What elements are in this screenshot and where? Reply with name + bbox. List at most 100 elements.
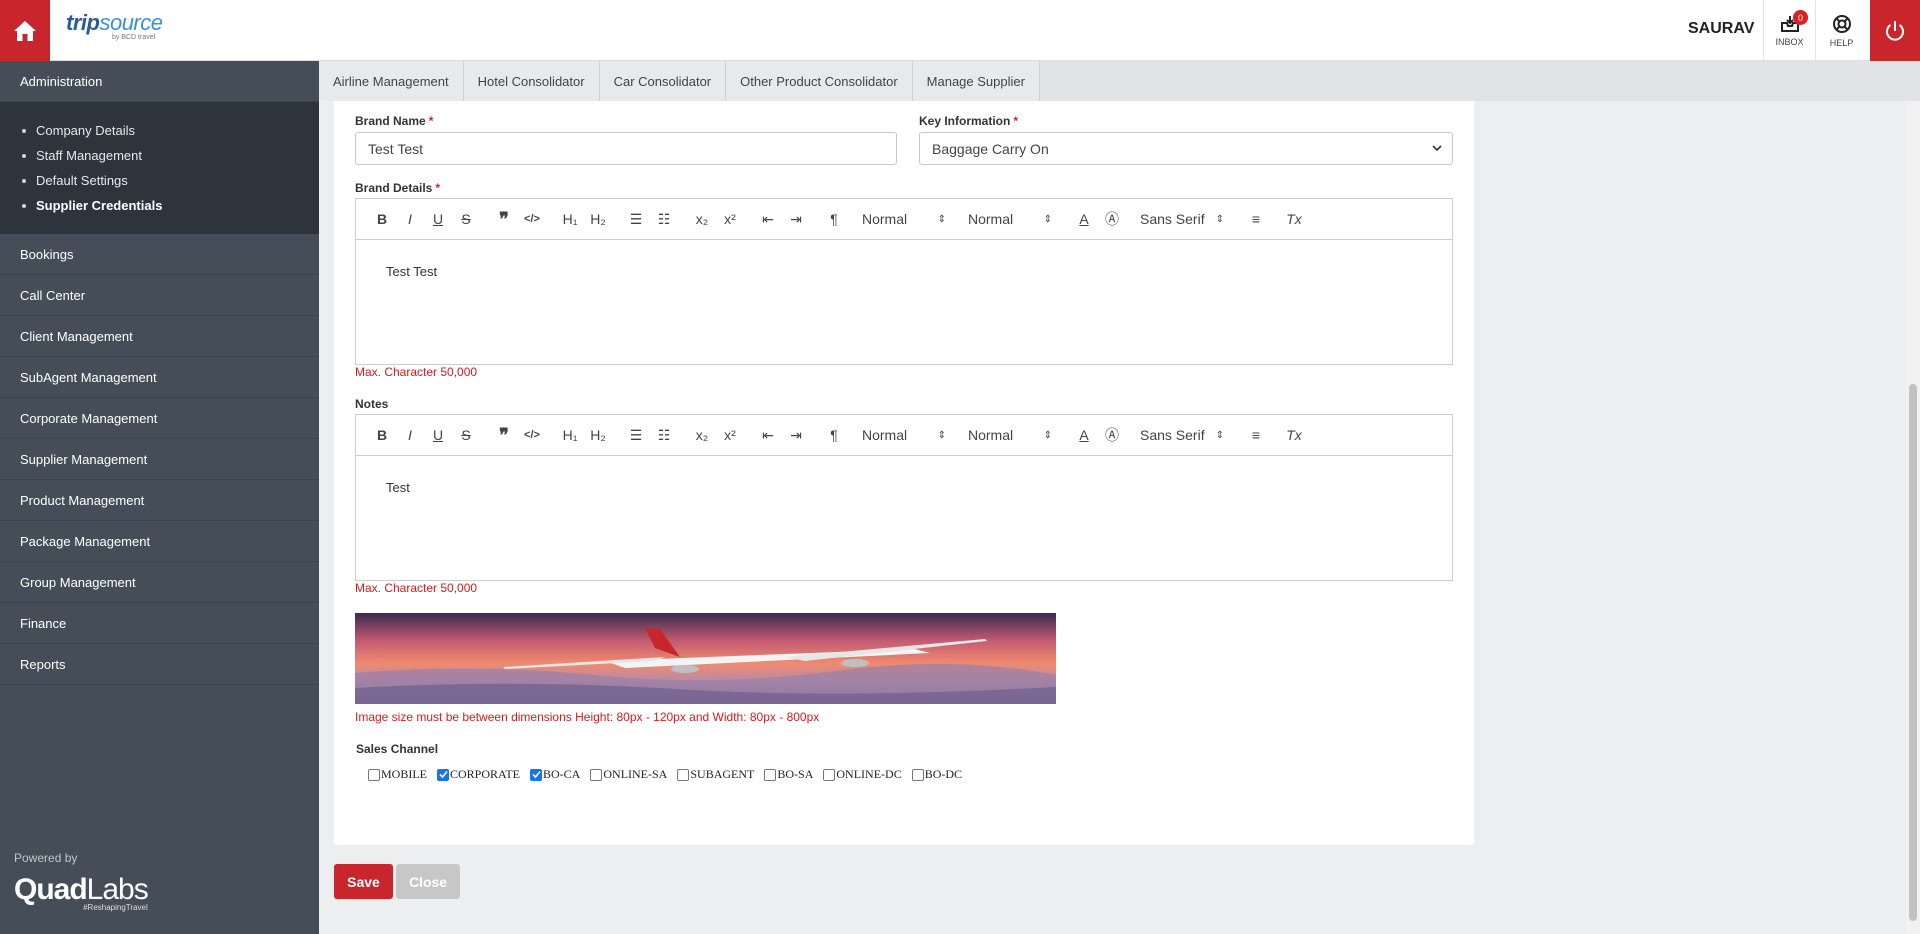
text-color-icon[interactable]: A — [1070, 423, 1098, 447]
ordered-list-icon[interactable]: ☰ — [622, 423, 650, 447]
heading2-icon[interactable]: H₂ — [584, 423, 612, 447]
underline-icon[interactable]: U — [424, 423, 452, 447]
page-scrollbar[interactable] — [1906, 101, 1920, 934]
indent-icon[interactable]: ⇥ — [782, 423, 810, 447]
quadlabs-logo: QuadLabs — [14, 873, 149, 906]
heading1-icon[interactable]: H₁ — [556, 423, 584, 447]
channel-bo-dc-checkbox[interactable]: BO-DC — [911, 767, 962, 782]
font-select[interactable]: Sans Serif ⇕ — [1132, 207, 1232, 231]
brand-image-preview[interactable] — [355, 613, 1056, 704]
channel-online-sa-checkbox[interactable]: ONLINE-SA — [590, 767, 667, 782]
heading2-icon[interactable]: H₂ — [584, 207, 612, 231]
checkbox-unchecked[interactable] — [764, 768, 777, 781]
underline-icon[interactable]: U — [424, 207, 452, 231]
clear-format-icon[interactable]: Tx — [1280, 423, 1308, 447]
clear-format-icon[interactable]: Tx — [1280, 207, 1308, 231]
key-information-select[interactable]: Baggage Carry On — [919, 132, 1453, 165]
size-select[interactable]: Normal ⇕ — [960, 423, 1060, 447]
brand-details-text[interactable]: Test Test — [356, 240, 1452, 364]
strikethrough-icon[interactable]: S — [452, 207, 480, 231]
scrollbar-thumb[interactable] — [1909, 384, 1917, 921]
sidebar-subitem-default-settings[interactable]: Default Settings — [22, 168, 319, 193]
text-color-icon[interactable]: A — [1070, 207, 1098, 231]
channel-subagent-checkbox[interactable]: SUBAGENT — [677, 767, 754, 782]
heading1-icon[interactable]: H₁ — [556, 207, 584, 231]
user-name[interactable]: SAURAV — [1688, 20, 1754, 38]
indent-icon[interactable]: ⇥ — [782, 207, 810, 231]
sidebar-item-finance[interactable]: Finance — [0, 603, 319, 644]
bullet-list-icon[interactable]: ☷ — [650, 423, 678, 447]
tab-manage-supplier[interactable]: Manage Supplier — [912, 61, 1040, 101]
italic-icon[interactable]: I — [396, 423, 424, 447]
header-select[interactable]: Normal ⇕ — [854, 207, 954, 231]
notes-text[interactable]: Test — [356, 456, 1452, 580]
sidebar-item-client-management[interactable]: Client Management — [0, 316, 319, 357]
close-button[interactable]: Close — [396, 864, 460, 899]
superscript-icon[interactable]: x² — [716, 207, 744, 231]
code-icon[interactable]: </> — [518, 207, 546, 231]
channel-bo-ca-checkbox[interactable]: BO-CA — [530, 767, 580, 782]
bold-icon[interactable]: B — [368, 207, 396, 231]
sidebar-subitem-supplier-credentials[interactable]: Supplier Credentials — [22, 193, 319, 218]
sidebar-subitem-staff-management[interactable]: Staff Management — [22, 143, 319, 168]
align-icon[interactable]: ≡ — [1242, 423, 1270, 447]
checkbox-unchecked[interactable] — [368, 768, 380, 781]
tab-hotel-consolidator[interactable]: Hotel Consolidator — [463, 61, 600, 101]
ordered-list-icon[interactable]: ☰ — [622, 207, 650, 231]
text-direction-icon[interactable]: ¶ — [820, 423, 848, 447]
sidebar-subitem-company-details[interactable]: Company Details — [22, 118, 319, 143]
size-select[interactable]: Normal ⇕ — [960, 207, 1060, 231]
sidebar-item-corporate-management[interactable]: Corporate Management — [0, 398, 319, 439]
power-icon — [1886, 20, 1904, 41]
inbox-button[interactable]: 0 INBOX — [1763, 0, 1815, 61]
bold-icon[interactable]: B — [368, 423, 396, 447]
brand-name-input[interactable]: Test Test — [355, 132, 897, 165]
home-button[interactable] — [0, 0, 50, 61]
sidebar-item-call-center[interactable]: Call Center — [0, 275, 319, 316]
checkbox-unchecked[interactable] — [823, 768, 836, 781]
bullet-list-icon[interactable]: ☷ — [650, 207, 678, 231]
font-select[interactable]: Sans Serif ⇕ — [1132, 423, 1232, 447]
airplane-sky-image — [355, 613, 1056, 704]
checkbox-unchecked[interactable] — [911, 768, 924, 781]
checkbox-unchecked[interactable] — [590, 768, 603, 781]
tab-car-consolidator[interactable]: Car Consolidator — [599, 61, 727, 101]
subscript-icon[interactable]: x₂ — [688, 207, 716, 231]
align-icon[interactable]: ≡ — [1242, 207, 1270, 231]
italic-icon[interactable]: I — [396, 207, 424, 231]
channel-corporate-checkbox[interactable]: CORPORATE — [437, 767, 520, 782]
blockquote-icon[interactable]: ❞ — [490, 207, 518, 231]
channel-mobile-checkbox[interactable]: MOBILE — [368, 767, 427, 782]
sidebar-section-administration[interactable]: Administration — [0, 61, 319, 102]
sidebar-item-subagent-management[interactable]: SubAgent Management — [0, 357, 319, 398]
tripsource-logo[interactable]: tripsource by BCD travel — [66, 10, 163, 41]
brand-details-max-char: Max. Character 50,000 — [355, 365, 478, 379]
tab-other-product-consolidator[interactable]: Other Product Consolidator — [726, 61, 913, 101]
sidebar-item-product-management[interactable]: Product Management — [0, 480, 319, 521]
code-icon[interactable]: </> — [518, 423, 546, 447]
text-direction-icon[interactable]: ¶ — [820, 207, 848, 231]
blockquote-icon[interactable]: ❞ — [490, 423, 518, 447]
tab-airline-management[interactable]: Airline Management — [319, 61, 464, 101]
channel-online-dc-checkbox[interactable]: ONLINE-DC — [823, 767, 902, 782]
checkbox-checked[interactable] — [530, 768, 543, 781]
sidebar-item-supplier-management[interactable]: Supplier Management — [0, 439, 319, 480]
superscript-icon[interactable]: x² — [716, 423, 744, 447]
save-button[interactable]: Save — [334, 864, 393, 899]
sidebar-item-package-management[interactable]: Package Management — [0, 521, 319, 562]
sidebar-item-reports[interactable]: Reports — [0, 644, 319, 685]
sidebar-item-group-management[interactable]: Group Management — [0, 562, 319, 603]
help-button[interactable]: HELP — [1815, 0, 1867, 61]
subscript-icon[interactable]: x₂ — [688, 423, 716, 447]
checkbox-unchecked[interactable] — [677, 768, 690, 781]
channel-bo-sa-checkbox[interactable]: BO-SA — [764, 767, 813, 782]
background-color-icon[interactable]: Ⓐ — [1098, 207, 1126, 231]
checkbox-checked[interactable] — [437, 768, 449, 781]
header-select[interactable]: Normal ⇕ — [854, 423, 954, 447]
outdent-icon[interactable]: ⇤ — [754, 207, 782, 231]
logout-button[interactable] — [1870, 0, 1920, 61]
sidebar-item-bookings[interactable]: Bookings — [0, 234, 319, 275]
background-color-icon[interactable]: Ⓐ — [1098, 423, 1126, 447]
strikethrough-icon[interactable]: S — [452, 423, 480, 447]
outdent-icon[interactable]: ⇤ — [754, 423, 782, 447]
